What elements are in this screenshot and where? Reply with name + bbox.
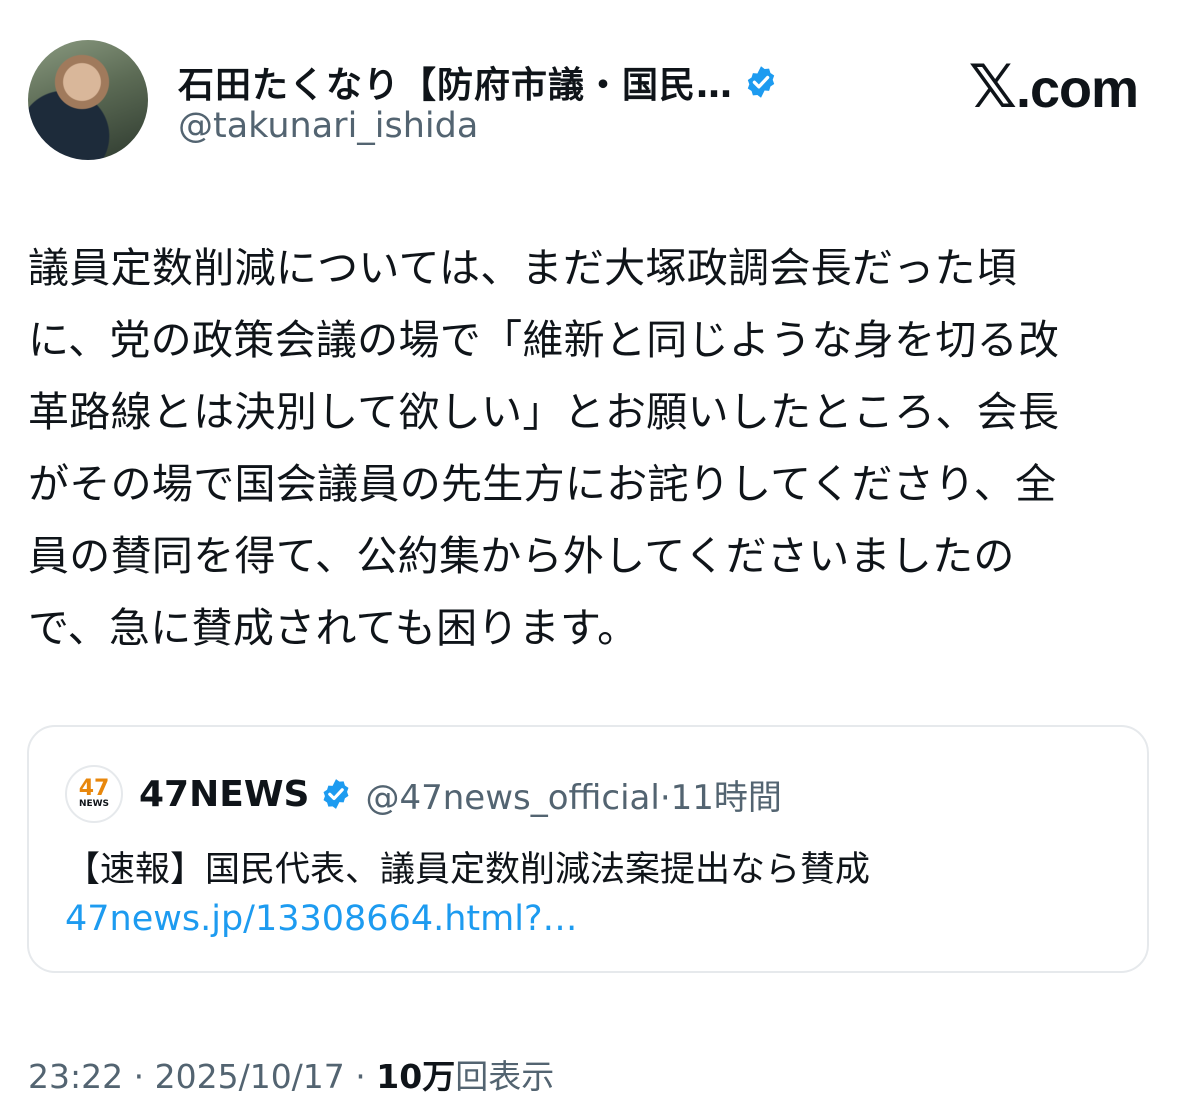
quoted-post-link[interactable]: 47news.jp/13308664.html?… (65, 899, 578, 939)
view-count-label: 回表示 (455, 1057, 555, 1096)
quoted-post-text: 【速報】国民代表、議員定数削減法案提出なら賛成 (65, 850, 871, 890)
post-line: で、急に賛成されても困ります。 (28, 604, 639, 652)
x-logo: 𝕏.com (968, 52, 1139, 122)
quoted-post-header: 47 NEWS 47NEWS @47news_official·11時間 (65, 765, 782, 823)
separator-dot: · (344, 1057, 377, 1096)
post-metadata: 23:22 · 2025/10/17 · 10万回表示 (28, 1050, 554, 1098)
post-line: に、党の政策会議の場で「維新と同じような身を切る改 (28, 316, 1060, 364)
avatar-logo-number: 47 (78, 776, 110, 801)
post-date[interactable]: 2025/10/17 (155, 1057, 345, 1096)
post-header: 石田たくなり【防府市議・国民… @takunari_ishida 𝕏.com (28, 40, 1148, 165)
x-logo-suffix: .com (1015, 59, 1139, 119)
author-avatar[interactable] (28, 40, 148, 160)
view-count: 10万 (376, 1057, 456, 1096)
post-time[interactable]: 23:22 (28, 1057, 123, 1096)
quoted-author-name[interactable]: 47NEWS (139, 774, 309, 815)
quoted-handle-text: @47news_official (365, 777, 660, 818)
quoted-author-avatar[interactable]: 47 NEWS (65, 765, 123, 823)
author-handle[interactable]: @takunari_ishida (178, 106, 478, 146)
quoted-author-handle[interactable]: @47news_official·11時間 (365, 770, 781, 819)
avatar-logo-text: NEWS (78, 799, 110, 809)
verified-badge-icon (324, 779, 349, 809)
quoted-post-time: 11時間 (670, 777, 782, 818)
author-name-row: 石田たくなり【防府市議・国民… (178, 56, 779, 108)
quoted-post-card[interactable]: 47 NEWS 47NEWS @47news_official·11時間 【速報… (27, 725, 1149, 973)
separator-dot: · (659, 777, 671, 818)
separator-dot: · (123, 1057, 155, 1096)
verified-badge-icon (747, 66, 775, 98)
author-name[interactable]: 石田たくなり【防府市議・国民… (178, 56, 733, 108)
post-line: 革路線とは決別して欲しい」とお願いしたところ、会長 (28, 388, 1060, 436)
post-line: 員の賛同を得て、公約集から外してくださいましたの (28, 532, 1015, 580)
post-body: 議員定数削減については、まだ大塚政調会長だった頃 に、党の政策会議の場で「維新と… (28, 232, 1153, 664)
post-line: がその場で国会議員の先生方にお詫りしてくださり、全 (28, 460, 1057, 508)
post-line: 議員定数削減については、まだ大塚政調会長だった頃 (28, 244, 1018, 292)
x-icon: 𝕏 (968, 53, 1017, 120)
